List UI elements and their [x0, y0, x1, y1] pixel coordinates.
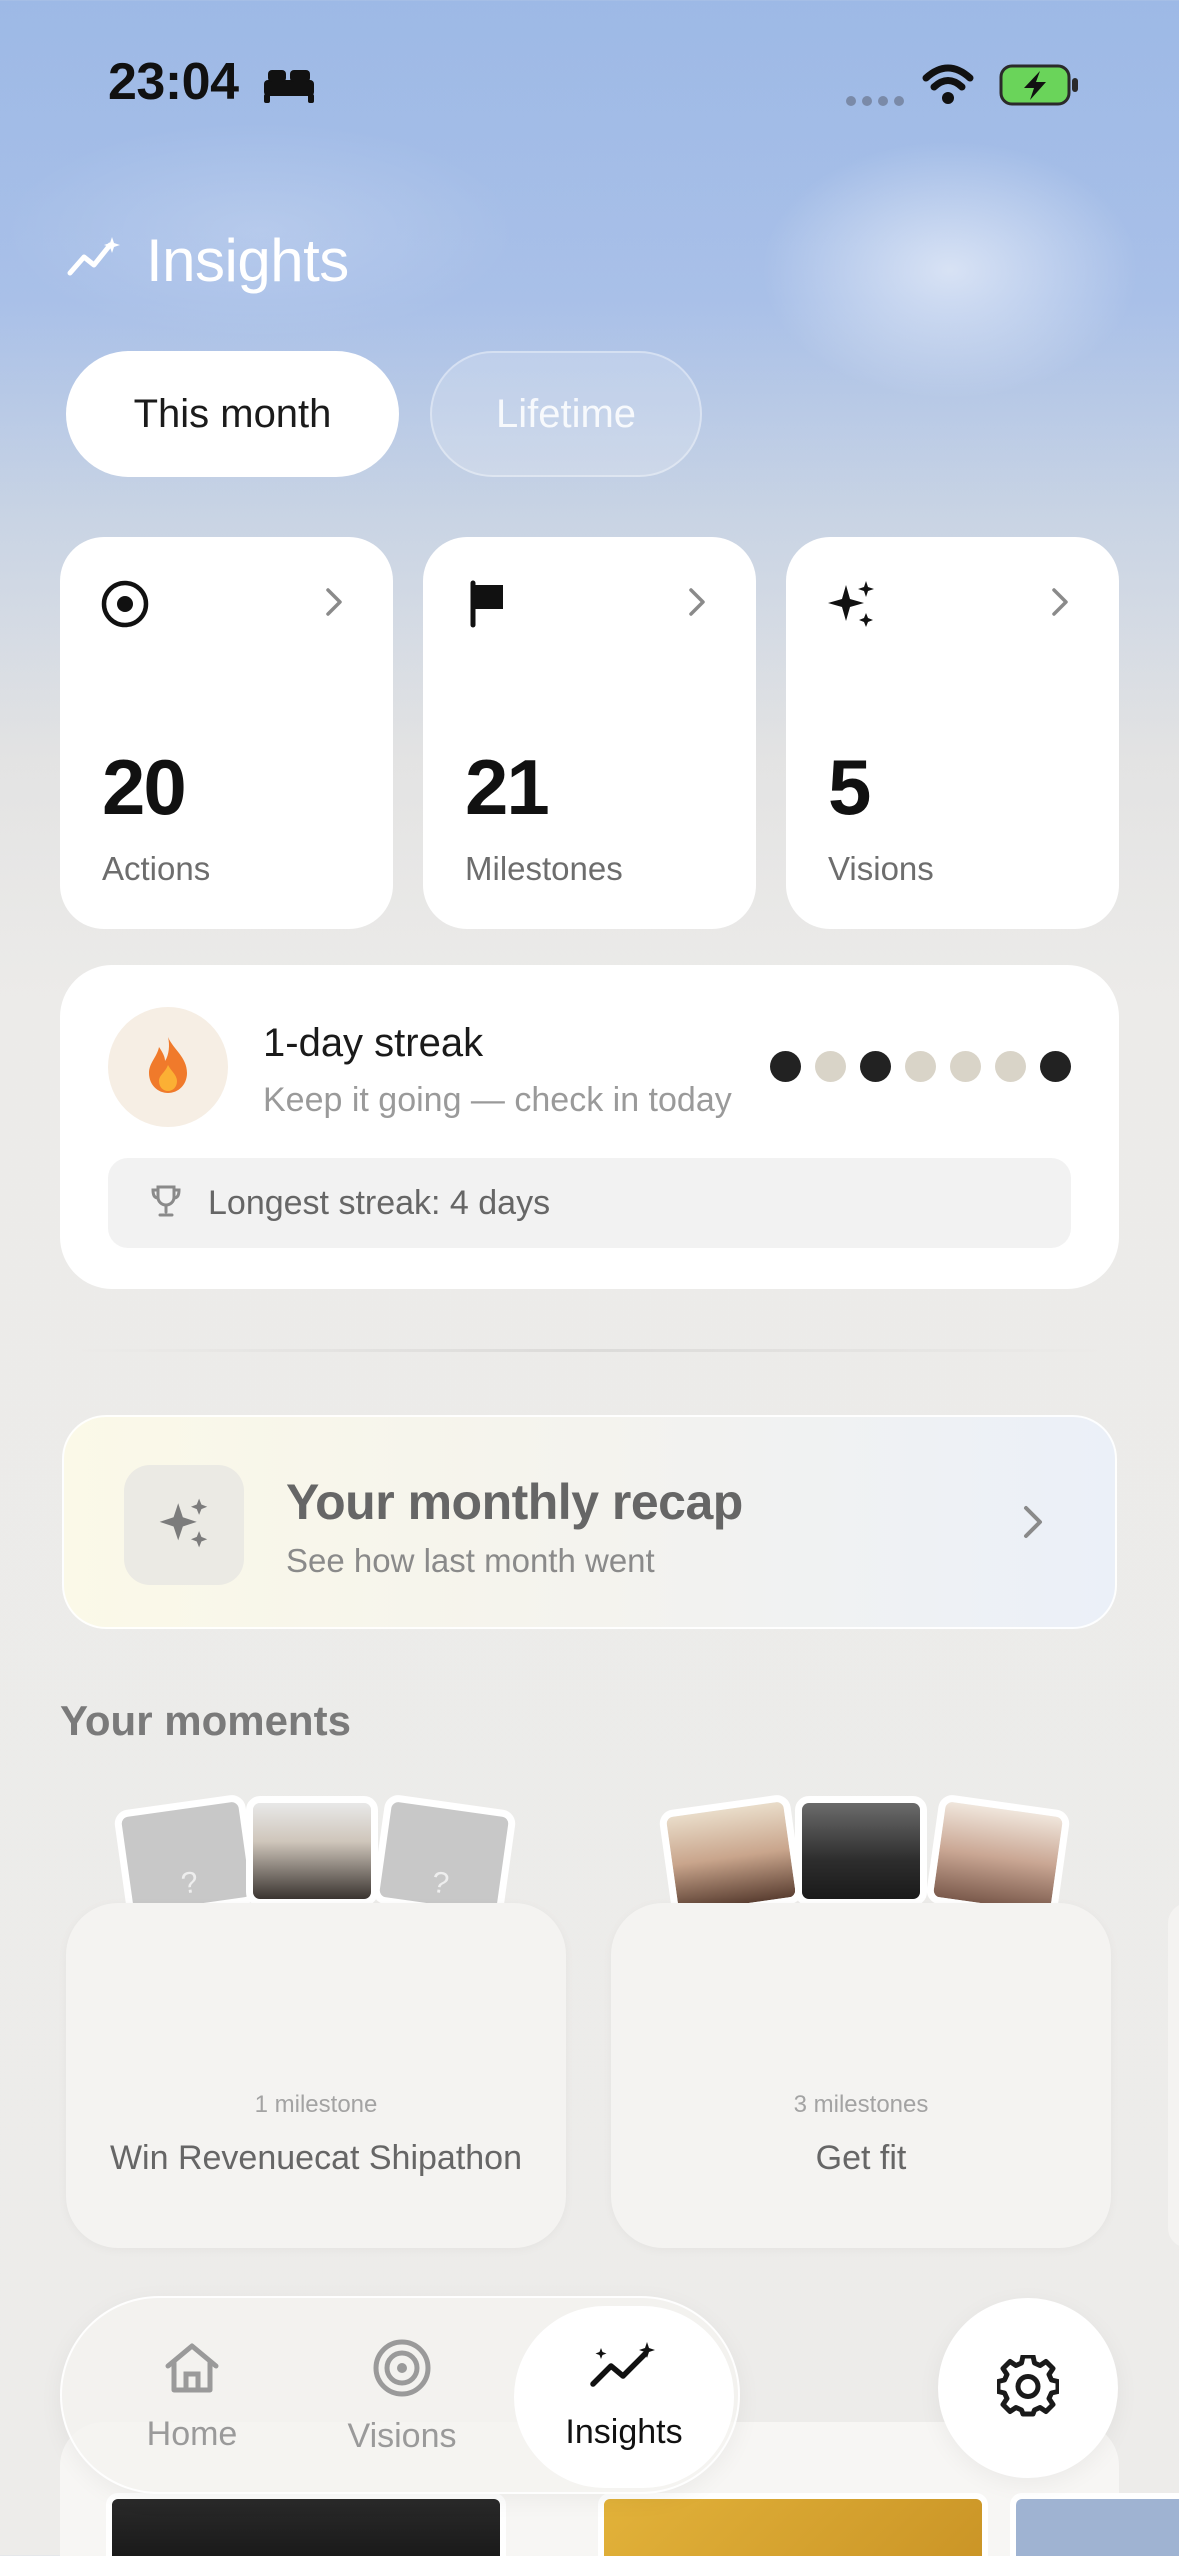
recap-title: Your monthly recap	[286, 1474, 743, 1530]
sparkles-icon	[826, 579, 876, 629]
stat-label: Visions	[828, 850, 934, 887]
settings-button[interactable]	[938, 2298, 1118, 2478]
streak-day-dot	[950, 1051, 981, 1082]
background-glow	[760, 140, 1140, 400]
bottom-tab-bar: Home Visions Insights	[60, 2296, 740, 2494]
monthly-recap-card[interactable]: Your monthly recap See how last month we…	[62, 1415, 1117, 1629]
tab-insights[interactable]: Insights	[514, 2306, 734, 2488]
streak-day-dot	[770, 1051, 801, 1082]
recap-icon-badge	[124, 1465, 244, 1585]
streak-card[interactable]: 1-day streak Keep it going — check in to…	[60, 965, 1119, 1289]
moment-card[interactable]: 3 milestones Get fit	[611, 1903, 1111, 2248]
tab-lifetime[interactable]: Lifetime	[430, 351, 702, 477]
stat-value: 20	[102, 743, 187, 831]
moment-name: Win Revenuecat Shipathon	[109, 2139, 523, 2177]
tab-label: Visions	[347, 2417, 457, 2455]
moment-photo	[924, 1793, 1072, 1921]
moment-card-peek[interactable]	[1168, 1903, 1179, 2248]
stat-label: Actions	[102, 850, 211, 887]
flame-badge	[108, 1007, 228, 1127]
vision-image	[598, 2493, 988, 2556]
chevron-right-icon	[688, 587, 706, 622]
moment-photo	[795, 1796, 927, 1906]
stat-value: 21	[465, 743, 550, 831]
status-time: 23:04	[108, 53, 239, 111]
recap-subtitle: See how last month went	[286, 1542, 655, 1579]
streak-subtitle: Keep it going — check in today	[263, 1081, 732, 1119]
longest-streak-text: Longest streak: 4 days	[208, 1183, 551, 1222]
trophy-icon	[150, 1184, 182, 1223]
bed-icon	[262, 66, 316, 109]
tab-label: Home	[146, 2415, 238, 2453]
stat-card-visions[interactable]: 5 Visions	[786, 537, 1119, 929]
longest-streak-row: Longest streak: 4 days	[108, 1158, 1071, 1248]
battery-icon	[998, 62, 1080, 113]
tab-visions[interactable]: Visions	[312, 2298, 492, 2496]
status-bar: 23:04	[0, 0, 1179, 160]
streak-day-dot	[995, 1051, 1026, 1082]
streak-day-dot	[860, 1051, 891, 1082]
streak-day-dot	[905, 1051, 936, 1082]
stat-label: Milestones	[465, 850, 623, 887]
tab-home[interactable]: Home	[102, 2298, 282, 2496]
target-icon	[100, 579, 150, 629]
chevron-right-icon	[1051, 587, 1069, 622]
vision-image	[1010, 2493, 1179, 2556]
moment-count: 3 milestones	[793, 2091, 929, 2118]
stat-card-actions[interactable]: 20 Actions	[60, 537, 393, 929]
moment-count: 1 milestone	[254, 2091, 378, 2118]
flame-icon	[143, 1035, 193, 1100]
chevron-right-icon	[1023, 1505, 1043, 1544]
moment-placeholder-photo: ?	[370, 1793, 518, 1921]
moment-photo	[657, 1793, 805, 1921]
streak-week-dots	[770, 1051, 1071, 1082]
gear-icon	[995, 2353, 1061, 2422]
section-divider	[66, 1349, 1113, 1352]
page-title: Insights	[146, 227, 349, 294]
stat-card-milestones[interactable]: 21 Milestones	[423, 537, 756, 929]
signal-icon	[845, 94, 905, 112]
flag-icon	[463, 579, 513, 629]
moments-section-title: Your moments	[60, 1697, 351, 1744]
sparkles-icon	[155, 1494, 213, 1557]
moment-placeholder-photo: ?	[112, 1793, 260, 1921]
stat-value: 5	[828, 743, 871, 831]
moment-photo	[246, 1796, 378, 1906]
insights-icon	[589, 2342, 659, 2399]
wifi-icon	[922, 62, 974, 111]
streak-day-dot	[1040, 1051, 1071, 1082]
vision-image	[106, 2493, 506, 2556]
visions-icon	[372, 2338, 432, 2403]
tab-label: Insights	[565, 2413, 683, 2451]
tab-this-month[interactable]: This month	[66, 351, 399, 477]
chevron-right-icon	[325, 587, 343, 622]
trend-icon	[66, 235, 124, 286]
moment-card[interactable]: 1 milestone Win Revenuecat Shipathon	[66, 1903, 566, 2248]
moment-name: Get fit	[815, 2139, 907, 2177]
page-header: Insights	[66, 226, 349, 295]
streak-day-dot	[815, 1051, 846, 1082]
streak-title: 1-day streak	[263, 1021, 484, 1065]
home-icon	[162, 2340, 222, 2401]
